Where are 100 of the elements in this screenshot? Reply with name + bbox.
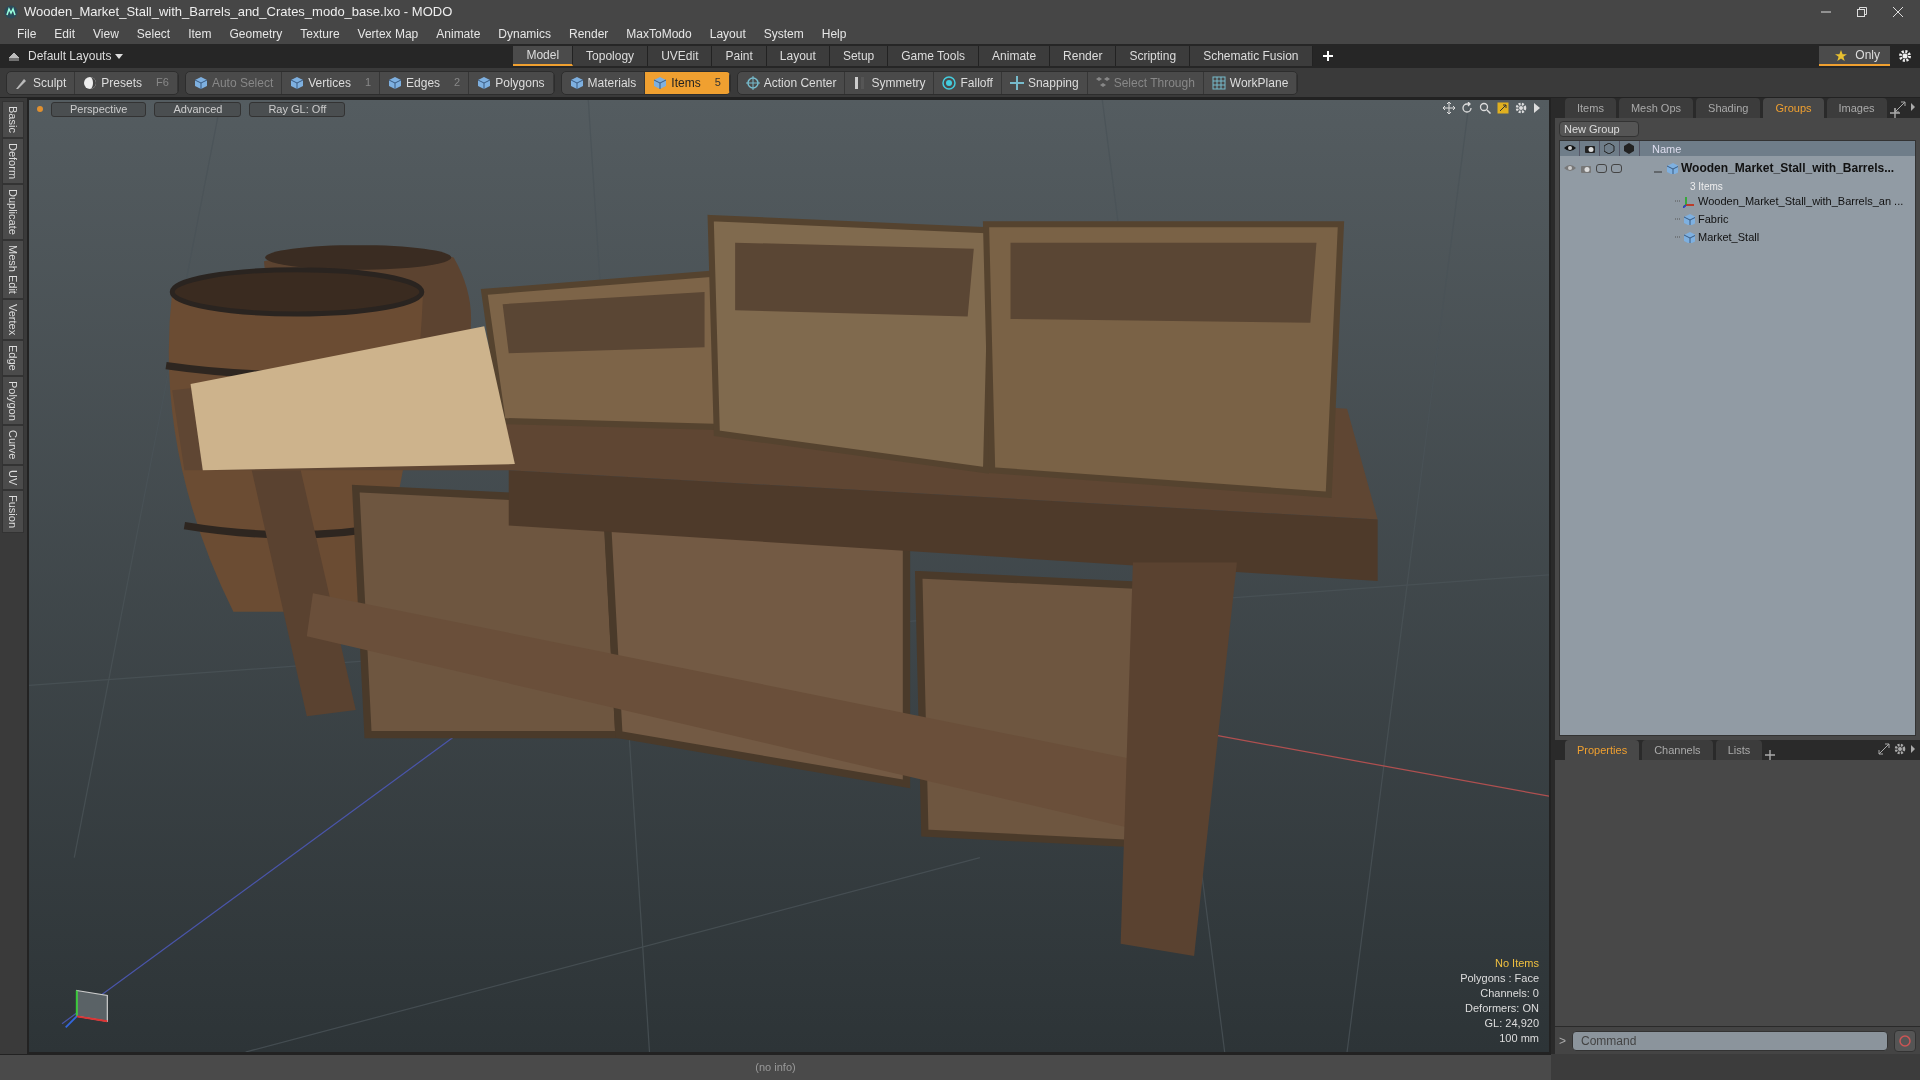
cube-icon xyxy=(1666,162,1678,174)
layout-tab[interactable]: Paint xyxy=(712,46,767,66)
menu-item[interactable]: Animate xyxy=(427,25,490,43)
panel-tab[interactable]: Channels xyxy=(1642,739,1713,760)
panel-tab[interactable]: Groups xyxy=(1763,97,1824,118)
panel-tab[interactable]: Mesh Ops xyxy=(1618,97,1694,118)
add-icon[interactable] xyxy=(1320,49,1335,63)
rotate-icon[interactable] xyxy=(1461,102,1473,114)
viewport-button[interactable]: Perspective xyxy=(51,101,147,117)
item-name[interactable]: Wooden_Market_Stall_with_Barrels_an ... xyxy=(1698,192,1904,210)
side-tab[interactable]: Deform xyxy=(2,137,24,184)
side-tab[interactable]: Polygon xyxy=(2,375,24,426)
crosshair-icon xyxy=(745,75,760,90)
menu-item[interactable]: Dynamics xyxy=(489,25,560,43)
layout-tab[interactable]: Game Tools xyxy=(888,46,980,66)
menu-item[interactable]: File xyxy=(8,25,46,43)
menu-item[interactable]: MaxToModo xyxy=(617,25,701,43)
side-tab[interactable]: Duplicate xyxy=(2,183,24,240)
side-tab[interactable]: UV xyxy=(2,464,24,491)
menu-item[interactable]: Select xyxy=(127,25,180,43)
side-tab[interactable]: Fusion xyxy=(2,490,24,534)
shortcut-label: 1 xyxy=(364,75,372,91)
layout-tab[interactable]: Layout xyxy=(766,46,830,66)
expand-arrow-icon[interactable] xyxy=(1910,743,1916,755)
tool-button[interactable]: Action Center xyxy=(737,71,846,94)
tool-button[interactable]: Symmetry xyxy=(845,71,935,94)
axes-icon xyxy=(1683,194,1695,208)
cube-icon xyxy=(193,75,208,90)
tool-button[interactable]: Items 5 xyxy=(645,71,730,94)
cube-icon xyxy=(290,75,305,90)
close-icon[interactable] xyxy=(1892,6,1904,18)
item-name[interactable]: Fabric xyxy=(1698,210,1729,228)
menu-item[interactable]: Render xyxy=(560,25,618,43)
tool-button[interactable]: Edges 2 xyxy=(380,71,470,94)
layout-tab[interactable]: Schematic Fusion xyxy=(1190,46,1313,66)
viewport-button[interactable]: Ray GL: Off xyxy=(249,101,346,117)
layout-tab[interactable]: Setup xyxy=(829,46,889,66)
maximize-icon[interactable] xyxy=(1894,101,1906,113)
star-icon xyxy=(1835,49,1848,61)
expand-arrow-icon[interactable] xyxy=(1910,101,1916,113)
panel-tab[interactable]: Properties xyxy=(1565,739,1640,760)
side-tab[interactable]: Edge xyxy=(2,339,24,376)
tool-button[interactable]: WorkPlane xyxy=(1203,71,1298,94)
move-icon[interactable] xyxy=(1443,102,1455,114)
layout-tab[interactable]: Scripting xyxy=(1116,46,1191,66)
cube-icon xyxy=(1683,231,1695,243)
side-tab[interactable]: Vertex xyxy=(2,298,24,340)
expand-arrow-icon[interactable] xyxy=(1533,102,1541,114)
menu-item[interactable]: Vertex Map xyxy=(348,25,428,43)
settings-icon[interactable] xyxy=(1894,743,1906,755)
command-field[interactable]: Command xyxy=(1572,1030,1888,1051)
maximize-icon[interactable] xyxy=(1878,743,1890,755)
crosshair-icon xyxy=(1009,75,1024,90)
menu-item[interactable]: View xyxy=(84,25,128,43)
fit-view-icon[interactable] xyxy=(1497,102,1509,114)
caret-icon xyxy=(115,53,124,59)
layout-tab[interactable]: Topology xyxy=(573,46,649,66)
cube-icon xyxy=(1623,143,1636,154)
viewport-button[interactable]: Advanced xyxy=(154,101,242,117)
axis-gizmo-icon xyxy=(64,989,109,1029)
toggle-box[interactable] xyxy=(1611,163,1622,173)
tool-button[interactable]: Snapping xyxy=(1001,71,1088,94)
layout-tab[interactable]: Model xyxy=(513,46,574,66)
menu-item[interactable]: Item xyxy=(179,25,221,43)
side-tab[interactable]: Mesh Edit xyxy=(2,239,24,299)
layout-tab[interactable]: Animate xyxy=(979,46,1051,66)
panel-tab[interactable]: Images xyxy=(1826,97,1887,118)
tool-button[interactable]: Polygons xyxy=(469,71,554,94)
panel-tab[interactable]: Shading xyxy=(1696,97,1761,118)
ring-icon xyxy=(942,75,957,90)
only-toggle[interactable]: Only xyxy=(1819,46,1890,66)
menu-item[interactable]: Help xyxy=(812,25,856,43)
menu-item[interactable]: Layout xyxy=(700,25,755,43)
new-group-button[interactable]: New Group xyxy=(1559,121,1639,137)
layout-tab[interactable]: UVEdit xyxy=(648,46,713,66)
shortcut-label: F6 xyxy=(156,75,169,91)
group-name[interactable]: Wooden_Market_Stall_with_Barrels... xyxy=(1681,159,1895,177)
layouts-dropdown[interactable]: Default Layouts xyxy=(28,47,124,65)
record-button[interactable] xyxy=(1894,1029,1916,1052)
cube-icon xyxy=(1683,213,1695,225)
toggle-box[interactable] xyxy=(1596,163,1607,173)
panel-tab[interactable]: Items xyxy=(1565,97,1616,118)
menu-item[interactable]: System xyxy=(754,25,813,43)
tool-button[interactable]: Presets F6 xyxy=(75,71,178,94)
panel-tab[interactable]: Lists xyxy=(1715,739,1763,760)
restore-icon[interactable] xyxy=(1856,6,1868,18)
tree-connector-icon xyxy=(1675,215,1683,223)
viewport-menu-icon[interactable] xyxy=(37,106,43,112)
tool-button[interactable]: Sculpt xyxy=(7,71,76,94)
menu-item[interactable]: Geometry xyxy=(220,25,292,43)
menu-item[interactable]: Texture xyxy=(291,25,349,43)
layout-tab[interactable]: Render xyxy=(1050,46,1117,66)
menu-item[interactable]: Edit xyxy=(45,25,85,43)
item-name[interactable]: Market_Stall xyxy=(1698,228,1760,246)
side-tab[interactable]: Curve xyxy=(2,425,24,465)
side-tab[interactable]: Basic xyxy=(2,101,24,138)
tool-button[interactable]: Falloff xyxy=(934,71,1002,94)
zoom-icon[interactable] xyxy=(1479,102,1491,114)
tool-button[interactable]: Vertices 1 xyxy=(282,71,381,94)
camera-icon xyxy=(1583,143,1596,154)
